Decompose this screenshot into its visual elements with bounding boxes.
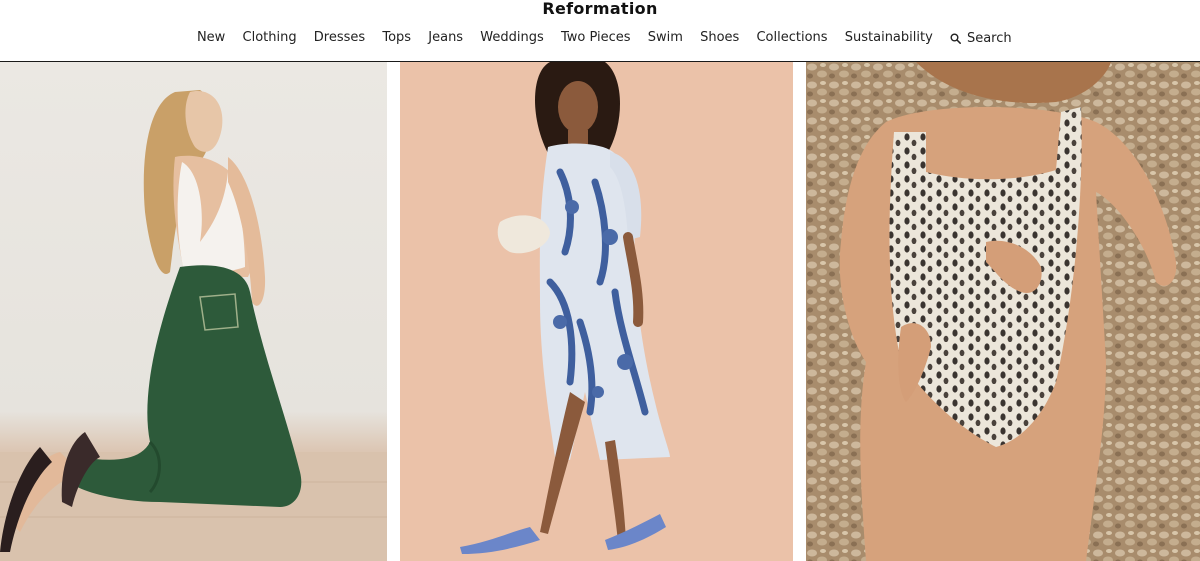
nav-item-clothing[interactable]: Clothing [243, 29, 297, 47]
nav-item-sustainability[interactable]: Sustainability [845, 29, 933, 47]
brand-logo[interactable]: Reformation [0, 0, 1200, 18]
search-icon [950, 33, 961, 44]
nav-item-swim[interactable]: Swim [648, 29, 683, 47]
nav-item-weddings[interactable]: Weddings [480, 29, 543, 47]
jeans-model-illustration [0, 90, 387, 561]
search-button[interactable]: Search [950, 31, 1012, 46]
nav-item-tops[interactable]: Tops [382, 29, 411, 47]
nav-item-two-pieces[interactable]: Two Pieces [561, 29, 631, 47]
hero-gallery [0, 62, 1200, 561]
site-header: Reformation New Clothing Dresses Tops Je… [0, 0, 1200, 62]
nav-item-new[interactable]: New [197, 29, 225, 47]
hero-image-jeans[interactable] [0, 62, 387, 561]
nav-item-dresses[interactable]: Dresses [314, 29, 365, 47]
nav-item-shoes[interactable]: Shoes [700, 29, 739, 47]
hero-image-swim[interactable] [806, 62, 1200, 561]
swim-model-illustration [806, 62, 1200, 561]
search-label: Search [966, 30, 1012, 46]
hero-image-dress[interactable] [400, 62, 793, 561]
dress-model-illustration [460, 62, 670, 554]
nav-item-jeans[interactable]: Jeans [428, 29, 463, 47]
main-nav: New Clothing Dresses Tops Jeans Weddings… [0, 29, 1200, 47]
nav-item-collections[interactable]: Collections [756, 29, 827, 47]
